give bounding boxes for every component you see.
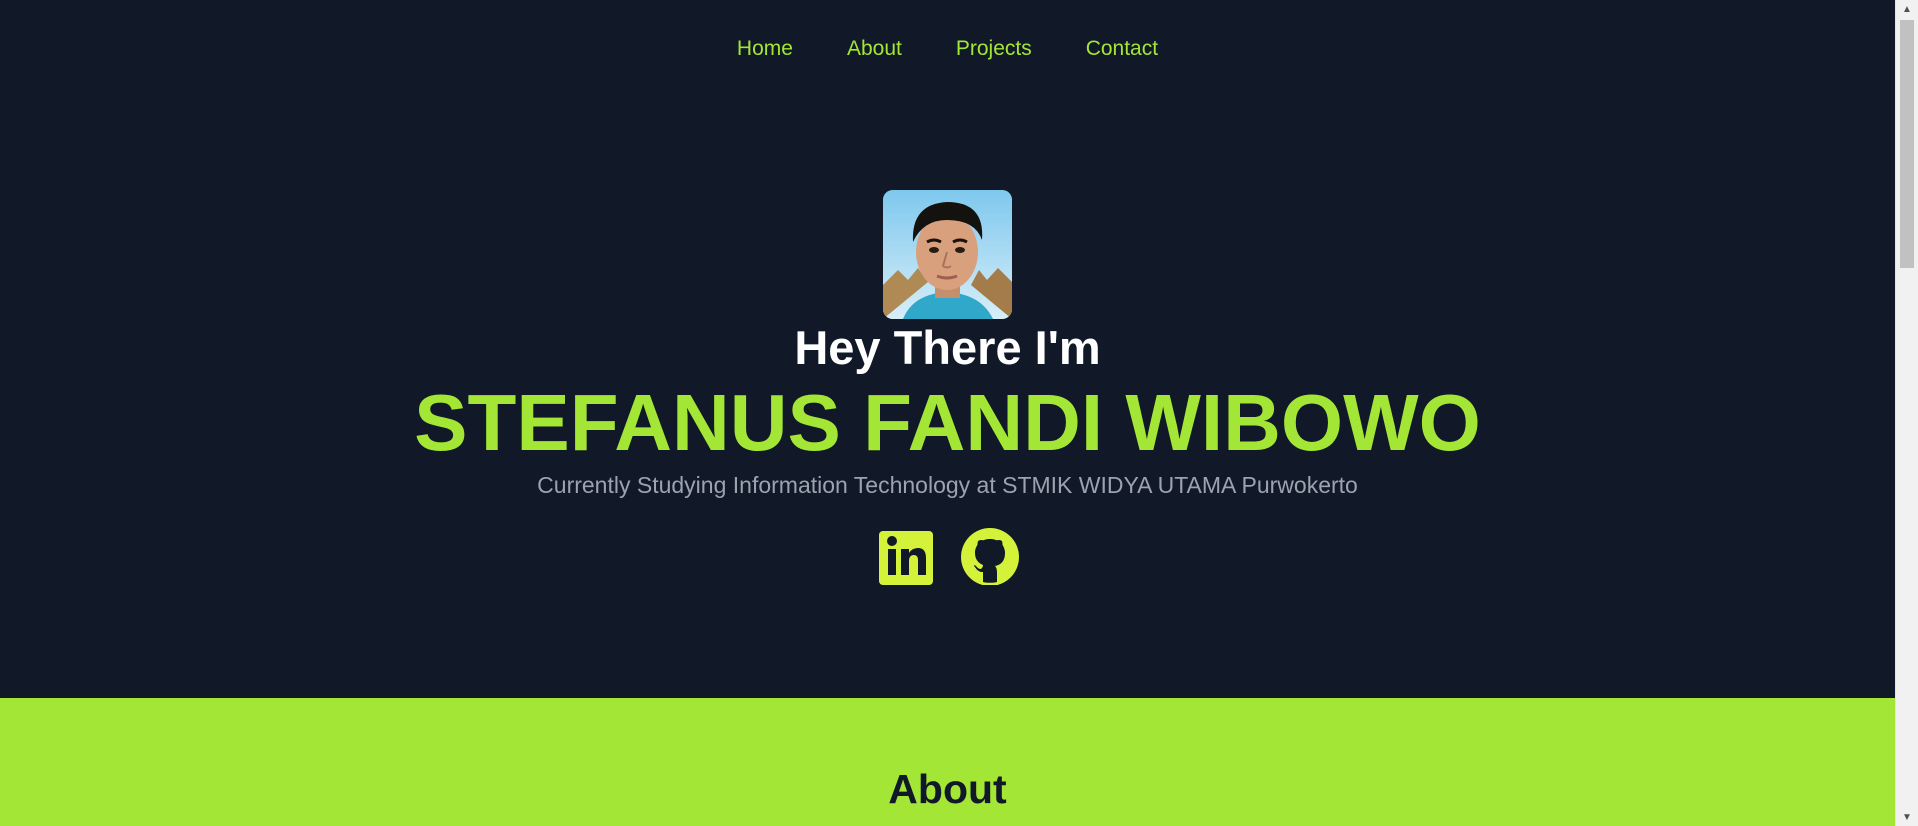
main-nav: Home About Projects Contact bbox=[0, 36, 1895, 62]
linkedin-link[interactable] bbox=[877, 527, 935, 585]
page: Home About Projects Contact Hey There I'… bbox=[0, 0, 1895, 826]
about-heading: About bbox=[888, 766, 1007, 812]
about-section: About bbox=[0, 698, 1895, 826]
nav-home[interactable]: Home bbox=[737, 36, 793, 62]
github-link[interactable] bbox=[960, 527, 1019, 586]
github-icon bbox=[960, 528, 1019, 586]
hero-subtitle: Currently Studying Information Technolog… bbox=[537, 472, 1358, 498]
nav-contact[interactable]: Contact bbox=[1086, 36, 1158, 62]
arrow-up-icon[interactable]: ▲ bbox=[1896, 0, 1918, 18]
nav-about[interactable]: About bbox=[847, 36, 902, 62]
social-links bbox=[0, 527, 1895, 586]
nav-projects[interactable]: Projects bbox=[956, 36, 1032, 62]
avatar-portrait bbox=[883, 190, 1012, 319]
hero-greeting: Hey There I'm bbox=[794, 321, 1101, 374]
hero-section: Home About Projects Contact Hey There I'… bbox=[0, 0, 1895, 698]
page-scrollbar[interactable]: ▲ ▼ bbox=[1895, 0, 1918, 826]
linkedin-icon bbox=[878, 531, 933, 585]
scrollbar-thumb[interactable] bbox=[1900, 20, 1914, 268]
arrow-down-icon[interactable]: ▼ bbox=[1896, 808, 1918, 826]
hero-name: STEFANUS FANDI WIBOWO bbox=[414, 378, 1481, 467]
avatar bbox=[883, 190, 1012, 319]
